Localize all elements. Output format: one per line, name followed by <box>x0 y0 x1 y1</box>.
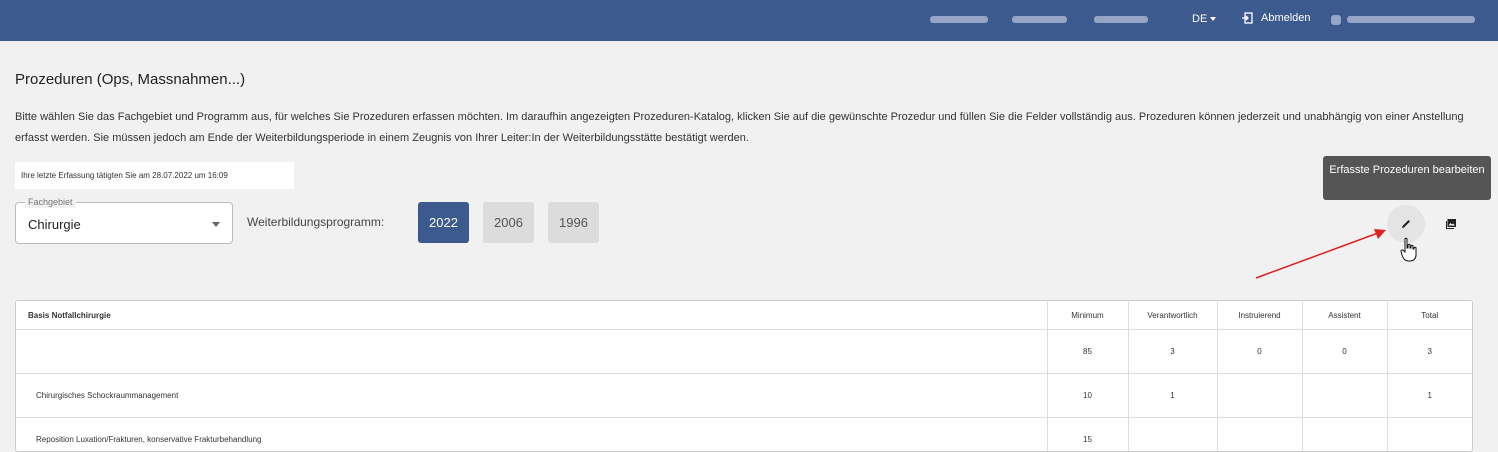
table-cell: 1 <box>1387 374 1472 418</box>
column-header-instruierend: Instruierend <box>1217 301 1302 330</box>
top-navigation-bar: DE Abmelden <box>0 0 1498 41</box>
caret-down-icon <box>1210 17 1216 21</box>
redacted-nav-item[interactable] <box>930 16 988 23</box>
table-header-row: Basis Notfallchirurgie Minimum Verantwor… <box>16 301 1472 330</box>
table-cell <box>1387 418 1472 452</box>
redacted-nav-item[interactable] <box>1094 16 1148 23</box>
table-cell <box>1302 418 1387 452</box>
last-entry-info: Ihre letzte Erfassung tätigten Sie am 28… <box>15 162 294 189</box>
column-header-minimum: Minimum <box>1047 301 1128 330</box>
table-cell: 10 <box>1047 374 1128 418</box>
photo-library-icon <box>1445 218 1457 230</box>
table-cell: 1 <box>1128 374 1217 418</box>
procedure-name[interactable]: Reposition Luxation/Frakturen, konservat… <box>16 418 1047 452</box>
section-name: Basis Notfallchirurgie <box>16 301 1047 330</box>
table-row[interactable]: Chirurgisches Schockraummanagement 10 1 … <box>16 374 1472 418</box>
section-total-row: 85 3 0 0 3 <box>16 330 1472 374</box>
table-cell: 15 <box>1047 418 1128 452</box>
fachgebiet-value: Chirurgie <box>28 217 81 232</box>
total-assistent: 0 <box>1302 330 1387 374</box>
dropdown-arrow-icon <box>212 222 220 227</box>
logout-button[interactable]: Abmelden <box>1241 12 1311 24</box>
fachgebiet-label: Fachgebiet <box>25 197 76 208</box>
edit-tooltip: Erfasste Prozeduren bearbeiten <box>1323 156 1491 200</box>
procedure-name[interactable]: Chirurgisches Schockraummanagement <box>16 374 1047 418</box>
table-cell <box>16 330 1047 374</box>
program-label: Weiterbildungsprogramm: <box>247 215 384 229</box>
language-selector[interactable]: DE <box>1192 13 1216 25</box>
total-minimum: 85 <box>1047 330 1128 374</box>
table-row[interactable]: Reposition Luxation/Frakturen, konservat… <box>16 418 1472 452</box>
column-header-verantwortlich: Verantwortlich <box>1128 301 1217 330</box>
year-button-2022[interactable]: 2022 <box>418 202 469 243</box>
page-title: Prozeduren (Ops, Massnahmen...) <box>15 71 245 88</box>
logout-icon <box>1241 12 1253 24</box>
column-header-assistent: Assistent <box>1302 301 1387 330</box>
fachgebiet-select[interactable]: Fachgebiet Chirurgie <box>15 202 233 244</box>
red-arrow-annotation <box>1250 218 1390 282</box>
total-total: 3 <box>1387 330 1472 374</box>
year-button-1996[interactable]: 1996 <box>548 202 599 243</box>
procedures-table: Basis Notfallchirurgie Minimum Verantwor… <box>15 300 1473 452</box>
table-cell <box>1217 374 1302 418</box>
table-cell <box>1302 374 1387 418</box>
photo-library-button[interactable] <box>1441 214 1461 234</box>
column-header-total: Total <box>1387 301 1472 330</box>
language-label: DE <box>1192 13 1207 25</box>
year-button-2006[interactable]: 2006 <box>483 202 534 243</box>
table-cell <box>1217 418 1302 452</box>
pencil-icon <box>1400 218 1412 230</box>
redacted-nav-item[interactable] <box>1012 16 1067 23</box>
total-instruierend: 0 <box>1217 330 1302 374</box>
total-verantwortlich: 3 <box>1128 330 1217 374</box>
table-cell <box>1128 418 1217 452</box>
redacted-user-avatar <box>1331 15 1341 25</box>
logout-label: Abmelden <box>1261 12 1311 24</box>
hand-cursor-icon <box>1399 237 1421 263</box>
intro-text: Bitte wählen Sie das Fachgebiet und Prog… <box>15 107 1485 149</box>
redacted-user-name[interactable] <box>1347 16 1475 23</box>
